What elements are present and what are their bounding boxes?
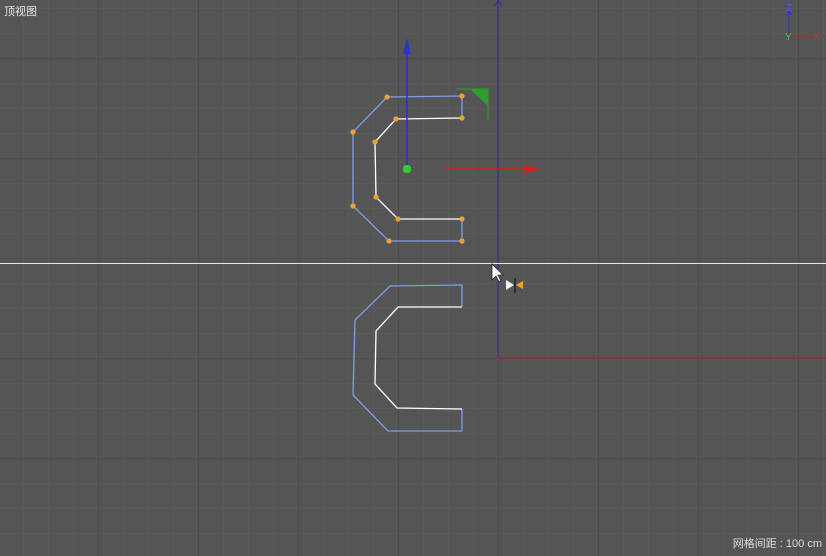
- mirror-inner-edge: [374, 306, 463, 410]
- spline-point[interactable]: [459, 93, 465, 99]
- spline-point[interactable]: [393, 116, 399, 122]
- mirrored-spline[interactable]: [352, 284, 463, 432]
- spline-point[interactable]: [459, 238, 465, 244]
- spline-point[interactable]: [373, 194, 379, 200]
- gizmo-center[interactable]: [403, 165, 411, 173]
- axis-gizmo-icon: Z Y X: [785, 3, 820, 43]
- spline-point[interactable]: [395, 216, 401, 222]
- gizmo-z-arrow[interactable]: [403, 38, 411, 54]
- gizmo-x-arrow[interactable]: [524, 165, 541, 173]
- axis-gizmo-x-label: X: [813, 32, 820, 43]
- axis-gizmo-z-label: Z: [786, 3, 792, 14]
- move-handle-icon[interactable]: [403, 38, 541, 173]
- grid-spacing-label: 网格间距 : 100 cm: [732, 538, 822, 550]
- spline-point[interactable]: [384, 94, 390, 100]
- spline-point[interactable]: [459, 115, 465, 121]
- spline-point[interactable]: [372, 139, 378, 145]
- axis-gizmo-y-label: Y: [785, 32, 792, 43]
- viewport-canvas[interactable]: Z Y X: [0, 0, 826, 556]
- spline-point[interactable]: [350, 203, 356, 209]
- symmetry-cursor-icon: [506, 278, 523, 293]
- viewport-top-view[interactable]: 顶视图 Z Y X 网格间距: 100 cm: [0, 0, 826, 556]
- spline-point[interactable]: [386, 238, 392, 244]
- spline-point[interactable]: [459, 216, 465, 222]
- spline-point[interactable]: [350, 129, 356, 135]
